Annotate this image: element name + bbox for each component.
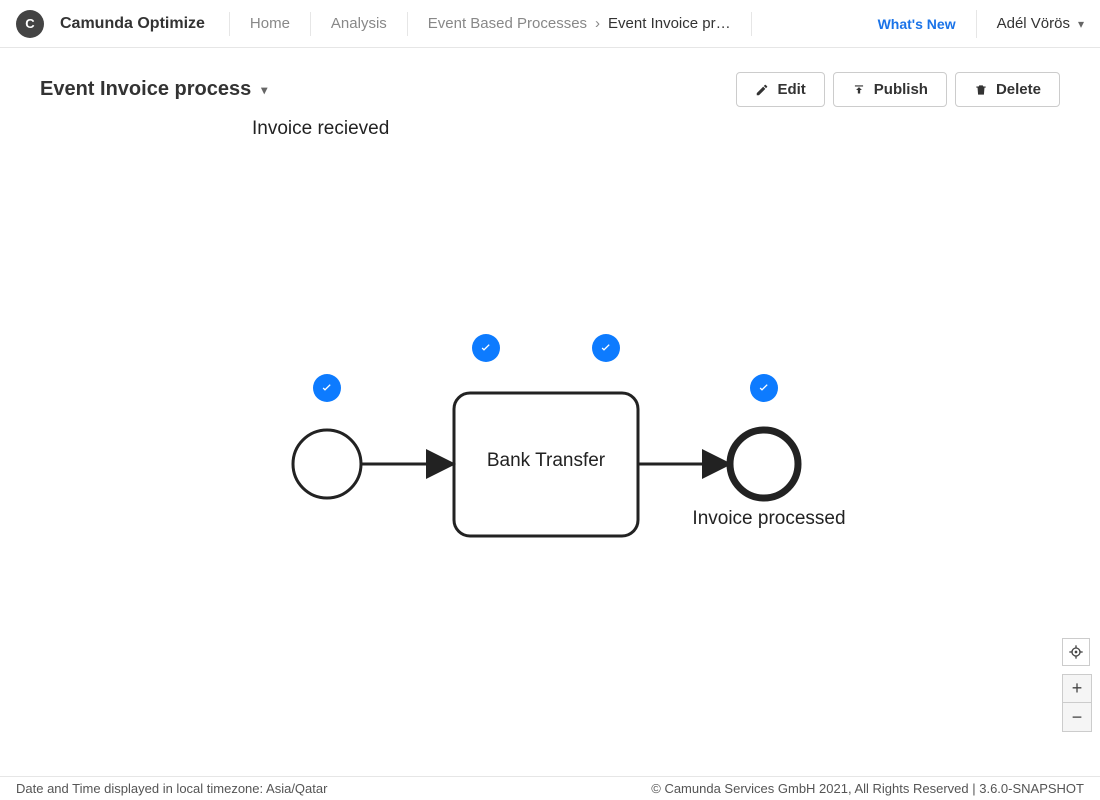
upload-icon bbox=[852, 83, 866, 97]
action-buttons: Edit Publish Delete bbox=[736, 72, 1060, 107]
edit-button[interactable]: Edit bbox=[736, 72, 824, 107]
app-logo: C bbox=[16, 10, 44, 38]
app-name: Camunda Optimize bbox=[60, 15, 205, 33]
check-badge bbox=[750, 374, 778, 402]
breadcrumb-separator: › bbox=[587, 15, 608, 32]
locate-button[interactable] bbox=[1062, 638, 1090, 666]
top-header: C Camunda Optimize Home Analysis Event B… bbox=[0, 0, 1100, 48]
delete-button-label: Delete bbox=[996, 81, 1041, 98]
process-title-dropdown[interactable]: Event Invoice process ▾ bbox=[40, 78, 267, 101]
end-event-label: Invoice processed bbox=[684, 508, 854, 530]
copyright-label: © Camunda Services GmbH 2021, All Rights… bbox=[651, 781, 1084, 796]
pencil-icon bbox=[755, 83, 769, 97]
divider bbox=[751, 12, 752, 36]
user-menu[interactable]: Adél Vörös ▾ bbox=[976, 10, 1084, 38]
zoom-in-button[interactable]: + bbox=[1063, 675, 1091, 703]
nav-analysis[interactable]: Analysis bbox=[311, 15, 407, 32]
process-title-label: Event Invoice process bbox=[40, 78, 251, 101]
zoom-controls: + − bbox=[1062, 638, 1092, 732]
breadcrumb-parent[interactable]: Event Based Processes bbox=[428, 15, 587, 32]
check-badge bbox=[472, 334, 500, 362]
bpmn-diagram bbox=[0, 118, 1100, 778]
task-label: Bank Transfer bbox=[454, 450, 638, 472]
edit-button-label: Edit bbox=[777, 81, 805, 98]
footer: Date and Time displayed in local timezon… bbox=[0, 776, 1100, 800]
check-badge bbox=[313, 374, 341, 402]
nav-home[interactable]: Home bbox=[230, 15, 310, 32]
end-event[interactable] bbox=[730, 430, 798, 498]
breadcrumb-current[interactable]: Event Invoice pr… bbox=[608, 15, 731, 32]
diagram-canvas[interactable]: Bank Transfer Invoice recieved Invoice p… bbox=[0, 118, 1100, 776]
publish-button[interactable]: Publish bbox=[833, 72, 947, 107]
timezone-label: Date and Time displayed in local timezon… bbox=[16, 781, 327, 796]
check-badge bbox=[592, 334, 620, 362]
delete-button[interactable]: Delete bbox=[955, 72, 1060, 107]
start-event-label: Invoice recieved bbox=[252, 118, 389, 140]
start-event[interactable] bbox=[293, 430, 361, 498]
publish-button-label: Publish bbox=[874, 81, 928, 98]
crosshair-icon bbox=[1068, 644, 1084, 660]
breadcrumb: Event Based Processes › Event Invoice pr… bbox=[408, 15, 751, 32]
trash-icon bbox=[974, 83, 988, 97]
user-name: Adél Vörös bbox=[997, 15, 1070, 32]
zoom-out-button[interactable]: − bbox=[1063, 703, 1091, 731]
header-right: What's New Adél Vörös ▾ bbox=[878, 10, 1084, 38]
zoom-pair: + − bbox=[1062, 674, 1092, 732]
chevron-down-icon: ▾ bbox=[1078, 17, 1084, 31]
whats-new-link[interactable]: What's New bbox=[878, 16, 956, 32]
chevron-down-icon: ▾ bbox=[261, 83, 267, 97]
